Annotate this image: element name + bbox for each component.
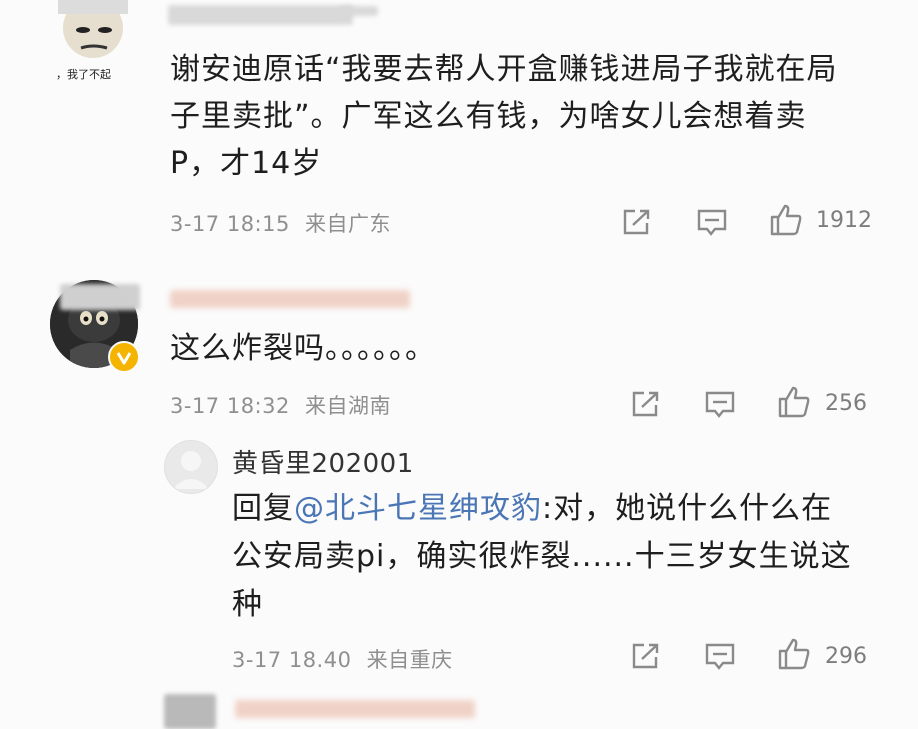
blurred-username	[170, 290, 410, 308]
reply-text-line: 公安局卖pi，确实很炸裂......十三岁女生说这	[232, 539, 852, 574]
comment-icon	[704, 390, 736, 418]
thumbs-up-icon	[777, 385, 811, 419]
avatar[interactable]	[164, 440, 218, 494]
comment-meta: 3-17 18:15 来自广东	[170, 208, 391, 238]
comment-text: 谢安迪原话“我要去帮人开盒赚钱进局子我就在局 子里卖批”。广军这么有钱，为啥女儿…	[170, 46, 890, 187]
blurred-username	[235, 700, 475, 718]
reply-text: 回复@北斗七星绅攻豹:对，她说什么什么在 公安局卖pi，确实很炸裂......十…	[232, 485, 892, 629]
location: 来自重庆	[366, 648, 453, 672]
reply-username[interactable]: 黄昏里202001	[232, 443, 414, 480]
blurred-username	[340, 6, 378, 16]
meme-face-icon	[53, 0, 133, 66]
verified-badge	[108, 341, 140, 373]
like-count: 256	[825, 391, 867, 416]
like-count: 296	[825, 644, 867, 669]
location: 来自湖南	[305, 394, 392, 418]
verified-badge-icon	[110, 343, 138, 371]
timestamp: 3-17 18:15	[170, 212, 290, 236]
timestamp: 3-17 18.40	[232, 648, 352, 672]
avatar[interactable]: ，我了不起	[48, 0, 138, 82]
reply-prefix: 回复	[232, 491, 294, 526]
timestamp: 3-17 18:32	[170, 394, 290, 418]
comment-icon	[704, 642, 736, 670]
comment-text-line: 谢安迪原话“我要去帮人开盒赚钱进局子我就在局	[170, 52, 838, 87]
share-icon	[622, 208, 652, 236]
like-button[interactable]	[776, 636, 812, 672]
blurred-username	[168, 5, 353, 25]
like-count: 1912	[816, 208, 872, 233]
default-avatar-icon	[165, 441, 217, 493]
comment-button[interactable]	[694, 206, 730, 238]
mention-link[interactable]: @北斗七星绅攻豹	[294, 491, 542, 526]
reply-meta: 3-17 18.40 来自重庆	[232, 644, 453, 674]
blurred-username	[60, 284, 140, 310]
avatar-caption: ，我了不起	[56, 68, 111, 81]
location: 来自广东	[305, 212, 392, 236]
thumbs-up-icon	[769, 203, 803, 237]
like-button[interactable]	[768, 202, 804, 238]
comment-text-line: P，才14岁	[170, 146, 323, 181]
comment-button[interactable]	[702, 640, 738, 672]
comment-text-line: 子里卖批”。广军这么有钱，为啥女儿会想着卖	[170, 99, 807, 134]
reply-text-line: 种	[232, 587, 263, 622]
share-button[interactable]	[620, 206, 654, 238]
comment-icon	[696, 208, 728, 236]
share-icon	[631, 390, 661, 418]
like-button[interactable]	[776, 384, 812, 420]
share-button[interactable]	[629, 388, 663, 420]
thumbs-up-icon	[777, 637, 811, 671]
comment-text: 这么炸裂吗。。。。。。	[170, 331, 436, 366]
share-icon	[631, 642, 661, 670]
share-button[interactable]	[629, 640, 663, 672]
comment-button[interactable]	[702, 388, 738, 420]
comment-meta: 3-17 18:32 来自湖南	[170, 390, 391, 420]
reply-text-line: :对，她说什么什么在	[542, 491, 833, 526]
avatar	[164, 694, 216, 729]
